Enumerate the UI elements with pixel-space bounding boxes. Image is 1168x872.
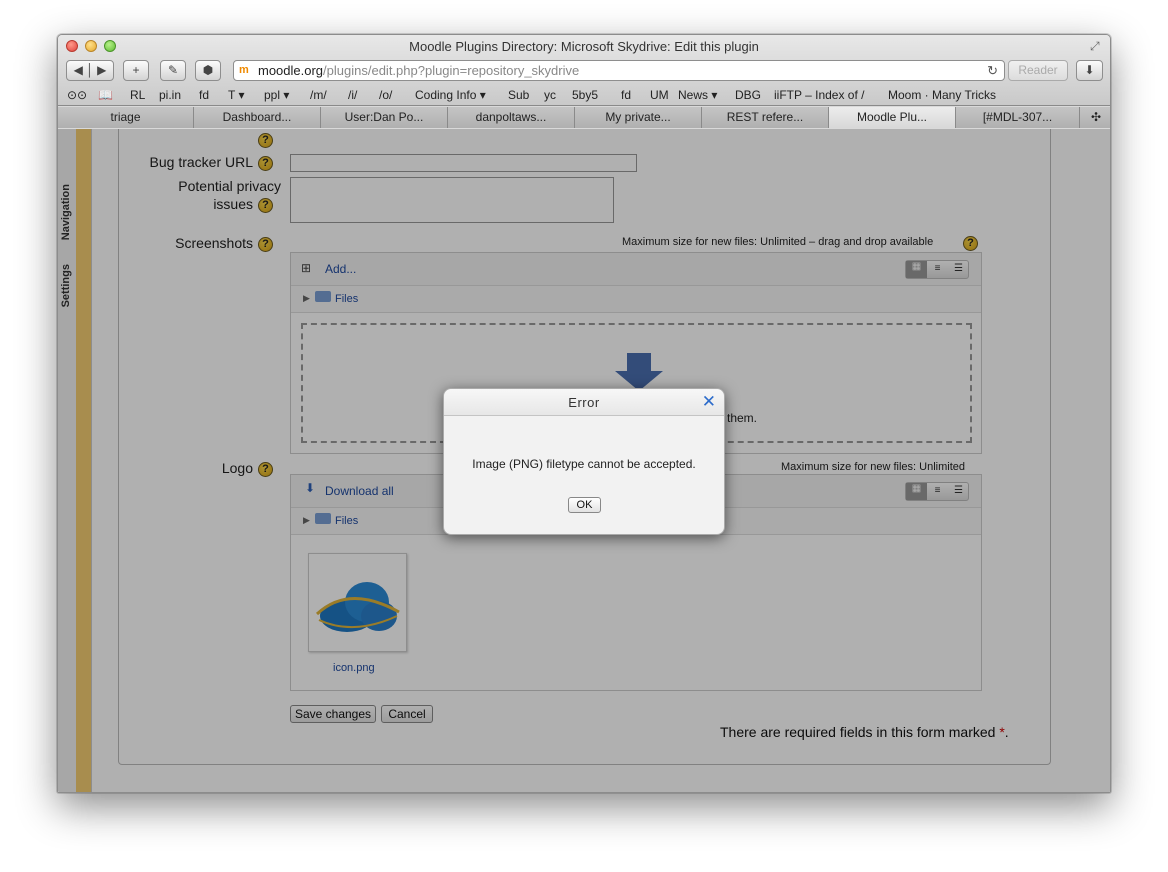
bookmark-item[interactable]: fd [621, 88, 631, 102]
shield-icon: ⬢ [202, 63, 214, 77]
plus-icon: + [132, 63, 140, 77]
download-icon: ⬇ [1084, 63, 1095, 77]
bookmark-item[interactable]: ppl ▾ [264, 88, 289, 102]
bookmark-item[interactable]: DBG [735, 88, 761, 102]
bookmark-item[interactable]: Coding Info ▾ [415, 88, 486, 102]
bookmark-item[interactable]: pi.in [159, 88, 181, 102]
tab[interactable]: danpoltaws... [448, 107, 575, 128]
tab[interactable]: [#MDL-307... [956, 107, 1080, 128]
tab[interactable]: triage [58, 107, 194, 128]
downloads-button[interactable]: ⬇ [1076, 60, 1103, 81]
ok-button[interactable]: OK [568, 497, 601, 513]
back-icon[interactable]: ◀ [74, 63, 83, 77]
dialog-message: Image (PNG) filetype cannot be accepted. [472, 457, 696, 471]
tab-active[interactable]: Moodle Plu... [829, 107, 956, 128]
bookmark-item[interactable]: /m/ [310, 88, 327, 102]
error-dialog: Error ✕ Image (PNG) filetype cannot be a… [443, 388, 725, 535]
url-path: /plugins/edit.php?plugin=repository_skyd… [323, 63, 580, 78]
reader-button[interactable]: Reader [1008, 60, 1068, 81]
tab[interactable]: Dashboard... [194, 107, 321, 128]
back-forward-buttons[interactable]: ◀ │ ▶ [66, 60, 114, 81]
bookmark-item[interactable]: News ▾ [678, 88, 717, 102]
dialog-title: Error [568, 395, 600, 410]
tab[interactable]: My private... [575, 107, 702, 128]
reading-list-icon[interactable]: ⊙⊙ [67, 88, 87, 102]
bookmark-item[interactable]: Sub [508, 88, 529, 102]
bookmark-item[interactable]: fd [199, 88, 209, 102]
bookmark-item[interactable]: yc [544, 88, 556, 102]
forward-icon[interactable]: ▶ [97, 63, 106, 77]
address-bar[interactable]: m moodle.org/plugins/edit.php?plugin=rep… [233, 60, 1005, 81]
bookmark-item[interactable]: Moom · Many Tricks [888, 88, 996, 102]
close-icon[interactable]: ✕ [702, 393, 716, 410]
tab[interactable]: REST refere... [702, 107, 829, 128]
reload-icon[interactable]: ↻ [987, 61, 998, 80]
tab[interactable]: User:Dan Po... [321, 107, 448, 128]
extension-button[interactable]: ⬢ [195, 60, 221, 81]
edit-bookmark-button[interactable]: ✎ [160, 60, 186, 81]
bookmark-item[interactable]: UM [650, 88, 669, 102]
dialog-header: Error ✕ [444, 389, 724, 416]
bookmark-item[interactable]: T ▾ [228, 88, 244, 102]
bookmark-item[interactable]: /o/ [379, 88, 392, 102]
bookmarks-book-icon[interactable]: 📖 [98, 88, 113, 102]
bookmark-item[interactable]: 5by5 [572, 88, 598, 102]
tab-bar: triage Dashboard... User:Dan Po... danpo… [58, 107, 1110, 128]
window-title: Moodle Plugins Directory: Microsoft Skyd… [409, 39, 759, 54]
url-host: moodle.org [258, 63, 324, 78]
fullscreen-icon[interactable]: ⤢ [1090, 39, 1104, 53]
moodle-favicon-icon: m [239, 64, 249, 76]
browser-window: Moodle Plugins Directory: Microsoft Skyd… [57, 34, 1111, 793]
pencil-icon: ✎ [167, 63, 179, 77]
bookmark-item[interactable]: iiFTP – Index of / [774, 88, 865, 102]
bookmarks-bar: ⊙⊙ 📖 RL pi.in fd T ▾ ppl ▾ /m/ /i/ /o/ C… [66, 86, 1110, 104]
bookmark-item[interactable]: /i/ [348, 88, 357, 102]
new-tab-button[interactable]: + [123, 60, 149, 81]
browser-chrome: Moodle Plugins Directory: Microsoft Skyd… [58, 35, 1110, 106]
tab-overflow-icon[interactable]: ✣ [1080, 107, 1110, 128]
bookmark-item[interactable]: RL [130, 88, 145, 102]
